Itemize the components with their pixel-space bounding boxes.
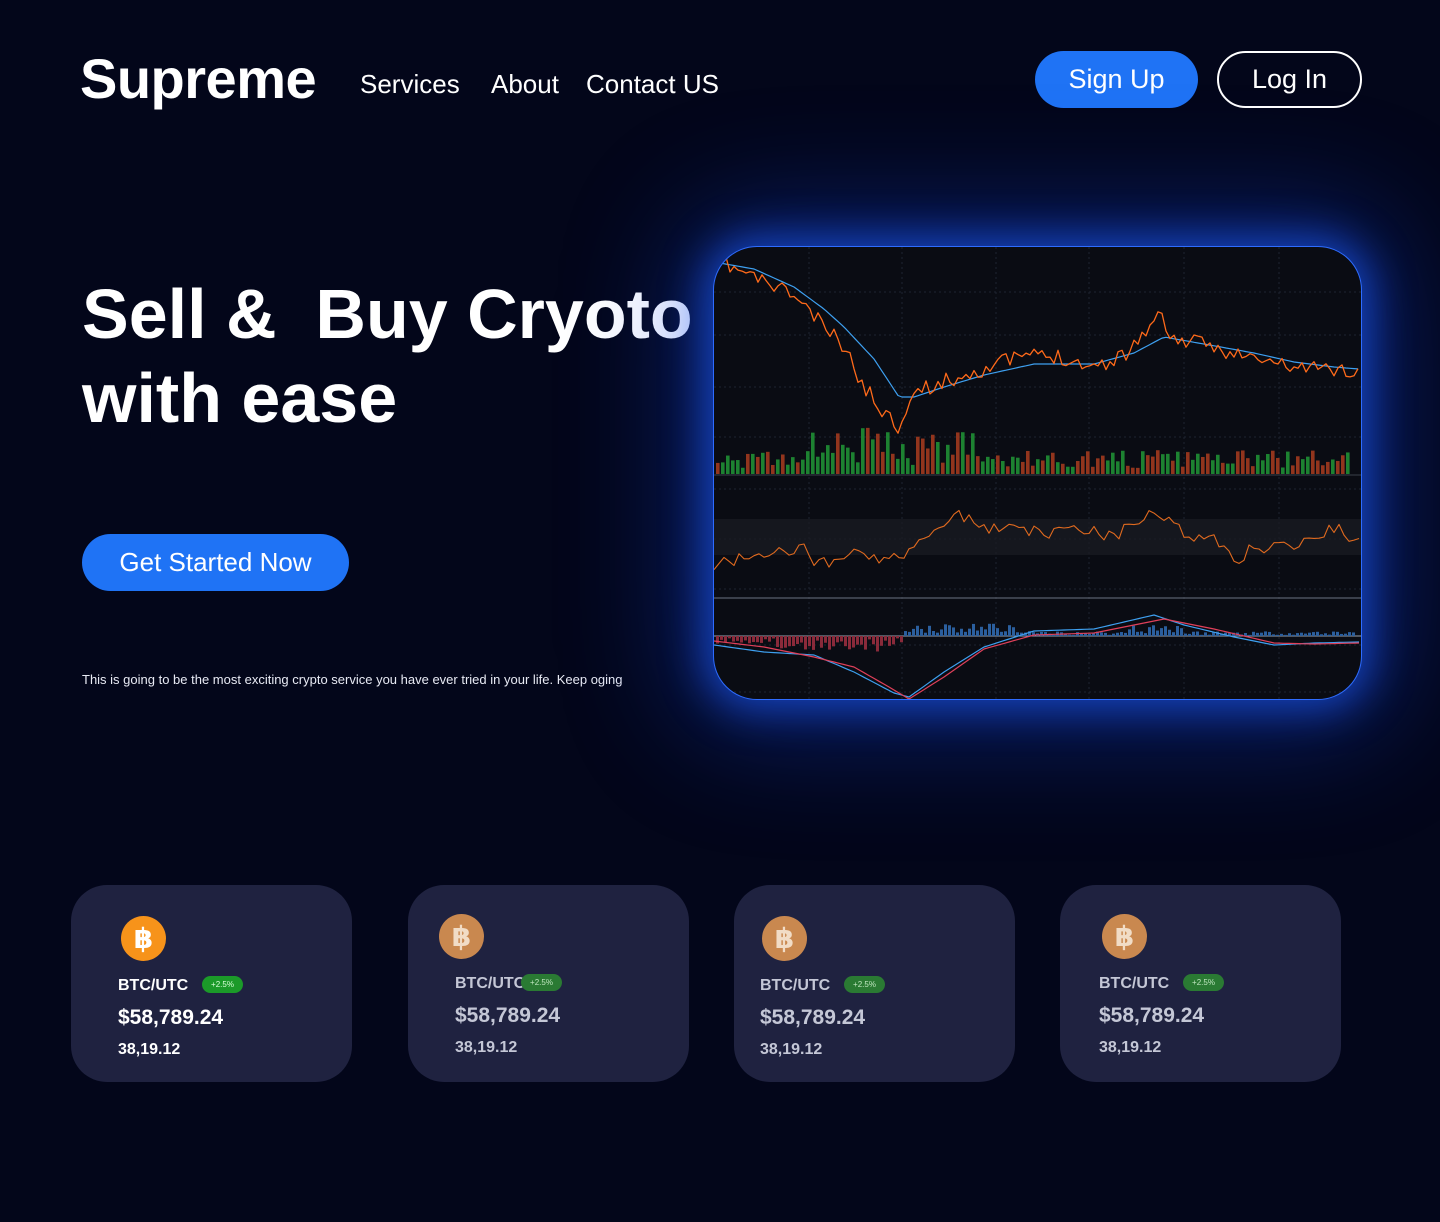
crypto-card-2[interactable]: ฿ BTC/UTC +2.5% $58,789.24 38,19.12 — [408, 885, 689, 1082]
nav-services[interactable]: Services — [360, 64, 460, 104]
bitcoin-icon: ฿ — [762, 916, 807, 961]
change-badge: +2.5% — [521, 974, 562, 991]
hero-title: Sell & Buy Cryoto with ease — [82, 272, 693, 440]
pair-label: BTC/UTC — [455, 975, 526, 992]
price-value: $58,789.24 — [1099, 1004, 1205, 1027]
logo[interactable]: Supreme — [80, 46, 317, 112]
sub-value: 38,19.12 — [118, 1041, 181, 1058]
get-started-button[interactable]: Get Started Now — [82, 534, 349, 591]
sub-value: 38,19.12 — [455, 1039, 518, 1056]
bitcoin-icon: ฿ — [121, 916, 166, 961]
sub-value: 38,19.12 — [760, 1041, 823, 1058]
nav-about[interactable]: About — [491, 64, 559, 104]
hero-title-line-2: with ease — [82, 359, 398, 437]
hero-title-line-1: Sell & Buy Cryoto — [82, 275, 693, 353]
sub-value: 38,19.12 — [1099, 1039, 1162, 1056]
bitcoin-icon: ฿ — [1102, 914, 1147, 959]
trading-chart-preview — [713, 246, 1362, 700]
bitcoin-icon: ฿ — [439, 914, 484, 959]
change-badge: +2.5% — [1183, 974, 1224, 991]
log-in-button[interactable]: Log In — [1217, 51, 1362, 108]
change-badge: +2.5% — [844, 976, 885, 993]
pair-label: BTC/UTC — [760, 977, 831, 994]
trading-chart-image — [714, 247, 1361, 699]
hero-tagline: This is going to be the most exciting cr… — [82, 672, 623, 687]
price-value: $58,789.24 — [118, 1006, 224, 1029]
price-value: $58,789.24 — [455, 1004, 561, 1027]
crypto-card-3[interactable]: ฿ BTC/UTC +2.5% $58,789.24 38,19.12 — [734, 885, 1015, 1082]
crypto-card-1[interactable]: ฿ BTC/UTC +2.5% $58,789.24 38,19.12 — [71, 885, 352, 1082]
change-badge: +2.5% — [202, 976, 243, 993]
crypto-card-4[interactable]: ฿ BTC/UTC +2.5% $58,789.24 38,19.12 — [1060, 885, 1341, 1082]
pair-label: BTC/UTC — [1099, 975, 1170, 992]
price-value: $58,789.24 — [760, 1006, 866, 1029]
nav-contact[interactable]: Contact US — [586, 64, 719, 104]
sign-up-button[interactable]: Sign Up — [1035, 51, 1198, 108]
pair-label: BTC/UTC — [118, 977, 189, 994]
